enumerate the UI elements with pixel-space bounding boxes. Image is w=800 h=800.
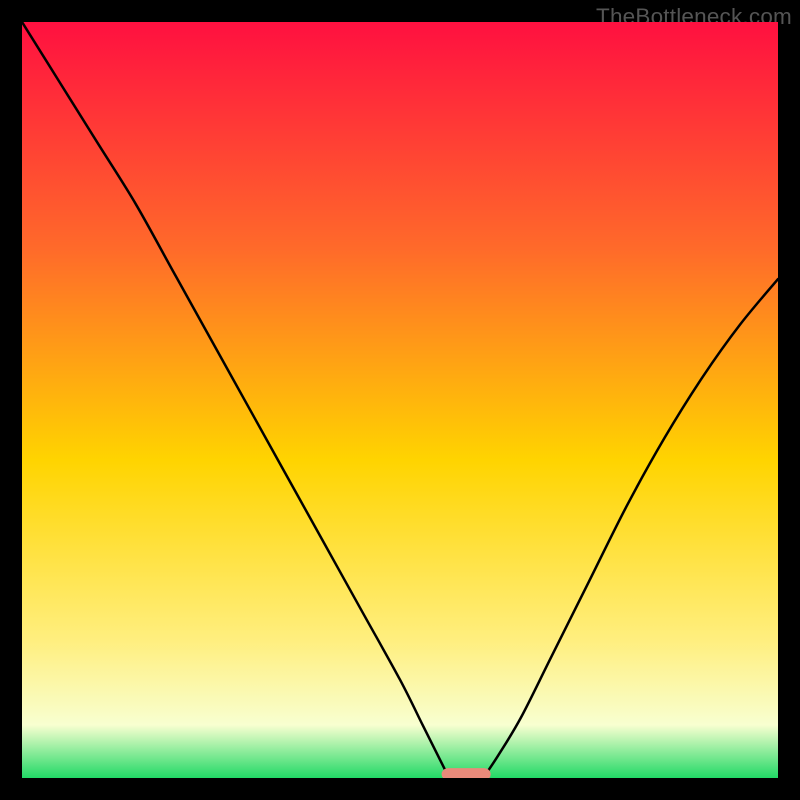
chart-frame: TheBottleneck.com — [0, 0, 800, 800]
sweet-spot-marker — [442, 768, 491, 778]
chart-svg — [22, 22, 778, 778]
gradient-background — [22, 22, 778, 778]
plot-area — [22, 22, 778, 778]
